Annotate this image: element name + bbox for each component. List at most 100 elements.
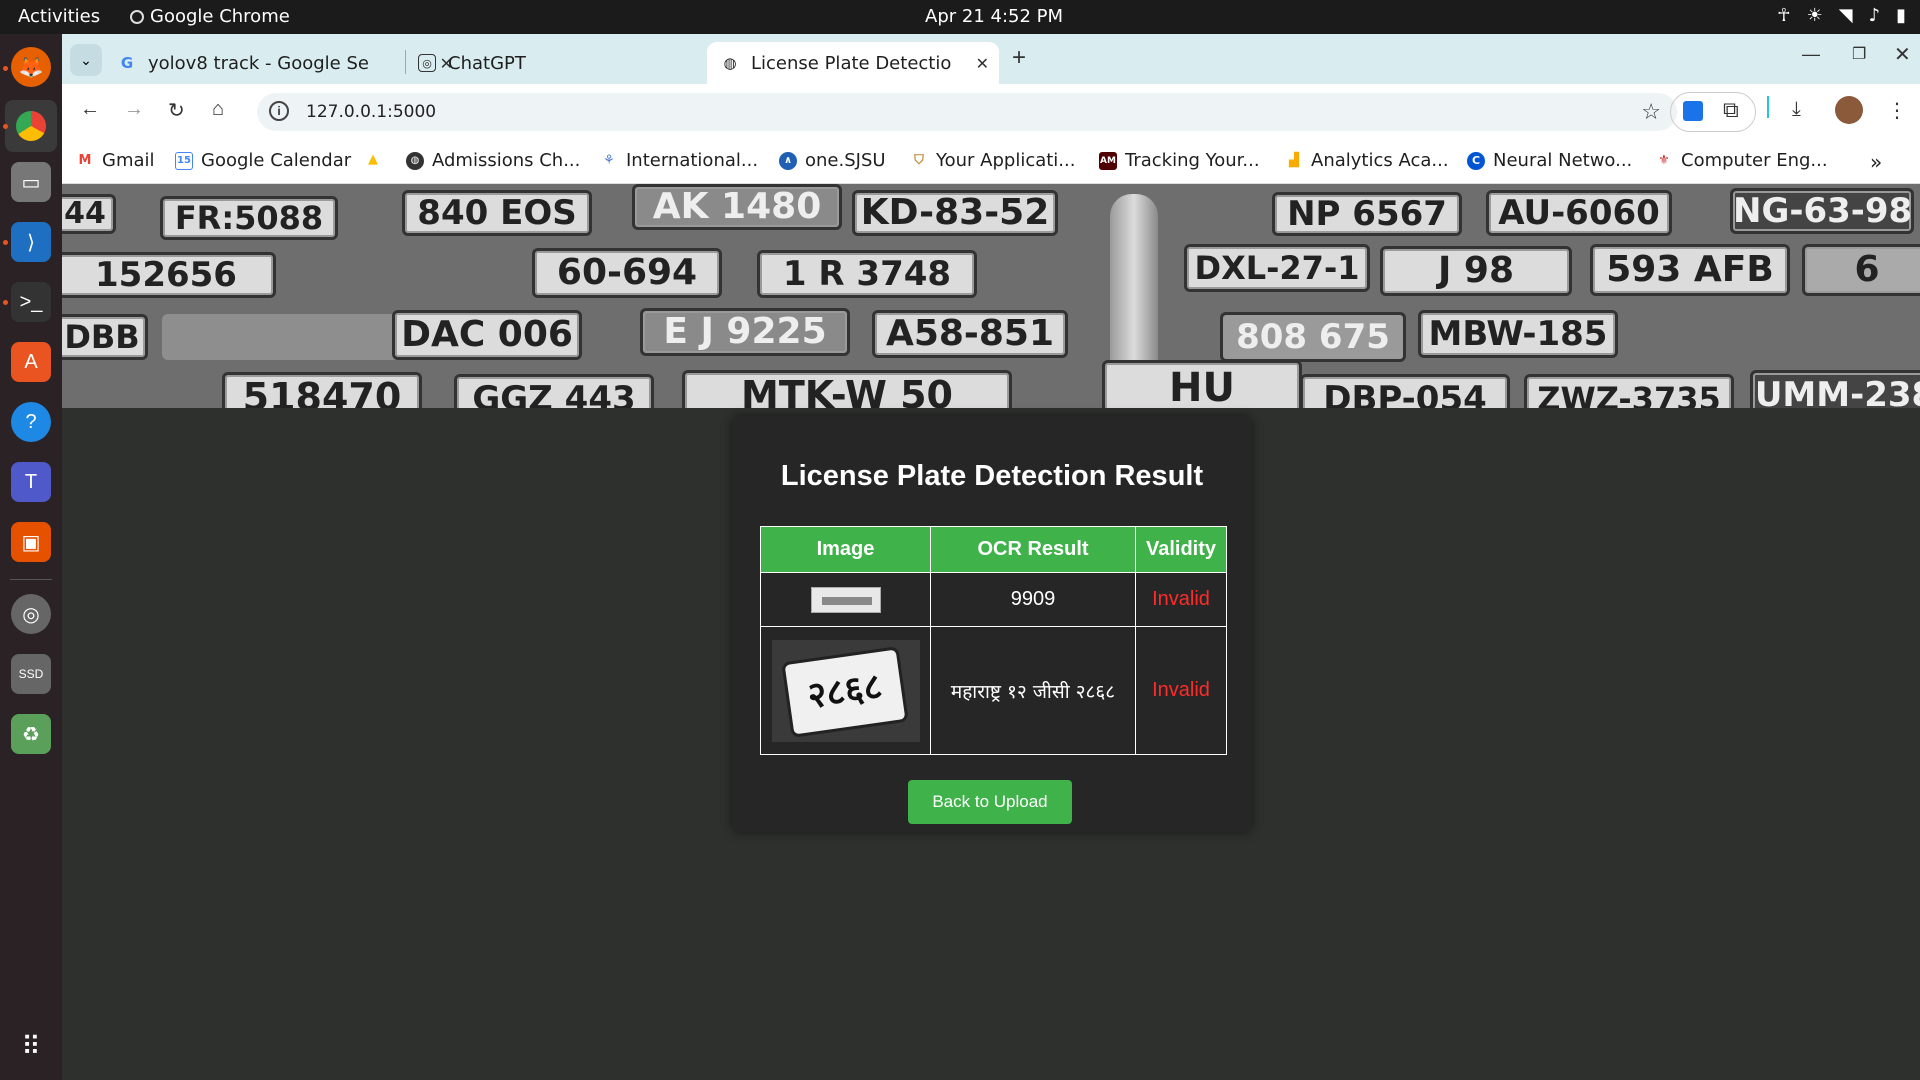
- bookmark-international[interactable]: ⚘ International...: [600, 150, 758, 171]
- new-tab-button[interactable]: +: [1012, 44, 1026, 72]
- battery-icon[interactable]: ▮: [1896, 5, 1906, 26]
- banner-plate: DBP-054: [1300, 374, 1510, 408]
- address-bar[interactable]: i 127.0.0.1:5000 ☆: [257, 93, 1677, 131]
- page-title: License Plate Detection Result: [780, 460, 1204, 492]
- bookmark-label: Google Calendar: [201, 150, 352, 171]
- bookmark-computer-eng[interactable]: ⚜ Computer Eng...: [1655, 150, 1827, 171]
- puzzle-icon[interactable]: ⧉: [1723, 97, 1739, 123]
- download-icon[interactable]: ⤓: [1792, 98, 1801, 121]
- disc-icon[interactable]: ◎: [11, 594, 51, 634]
- result-card: License Plate Detection Result Image OCR…: [732, 416, 1252, 832]
- brightness-icon[interactable]: ☀: [1807, 5, 1823, 26]
- bookmark-label: Your Applicati...: [936, 150, 1076, 171]
- bookmark-star-icon[interactable]: ☆: [1641, 99, 1661, 125]
- coursera-icon: C: [1467, 151, 1485, 170]
- vscode-icon[interactable]: ⟩: [11, 222, 51, 262]
- chrome-small-icon: [130, 9, 144, 24]
- back-to-upload-button[interactable]: Back to Upload: [908, 780, 1072, 824]
- files-icon[interactable]: ▭: [11, 162, 51, 202]
- clock[interactable]: Apr 21 4:52 PM: [925, 6, 1063, 27]
- back-icon[interactable]: ←: [80, 98, 100, 121]
- bookmark-drive[interactable]: ▲: [364, 150, 382, 168]
- banner-plate: DXL-27-1: [1184, 244, 1370, 292]
- browser-toolbar: ← → ↻ ⌂ i 127.0.0.1:5000 ☆ ⧉ ⤓ ⋮: [62, 84, 1920, 140]
- chatgpt-icon: ◎: [418, 54, 436, 72]
- close-icon[interactable]: ✕: [976, 54, 989, 73]
- tab-license-plate[interactable]: ◍ License Plate Detection ✕: [707, 42, 999, 84]
- minimize-icon[interactable]: —: [1802, 44, 1820, 65]
- license-plates-banner: 44 FR:5088 840 EOS AK 1480 KD-83-52 NP 6…: [62, 184, 1920, 408]
- plate-thumbnail: २८६८: [771, 639, 920, 742]
- results-table: Image OCR Result Validity 9909 Invalid २…: [760, 526, 1227, 755]
- banner-plate: 840 EOS: [402, 190, 592, 236]
- column-header-image: Image: [760, 526, 931, 573]
- chrome-icon[interactable]: [5, 100, 57, 152]
- bookmark-tracking[interactable]: AM Tracking Your...: [1099, 150, 1260, 171]
- accessibility-icon[interactable]: ☥: [1777, 5, 1790, 26]
- banner-plate: FR:5088: [160, 196, 338, 240]
- faded-plate: [162, 314, 422, 360]
- validity-cell: Invalid: [1135, 572, 1227, 627]
- banner-plate: 44: [62, 194, 116, 234]
- impress-icon[interactable]: ▣: [11, 522, 51, 562]
- validity-cell: Invalid: [1135, 626, 1227, 755]
- trash-icon[interactable]: ♻: [11, 714, 51, 754]
- window-close-icon[interactable]: ✕: [1894, 42, 1911, 67]
- bookmark-label: Analytics Aca...: [1311, 150, 1449, 171]
- bookmark-your-application[interactable]: ⛉ Your Applicati...: [910, 150, 1075, 171]
- banner-plate: MBW-185: [1418, 310, 1618, 358]
- activities-button[interactable]: Activities: [18, 6, 100, 27]
- gmail-icon: M: [78, 153, 92, 168]
- bookmark-one-sjsu[interactable]: ∧ one.SJSU: [779, 150, 886, 171]
- system-tray[interactable]: ☥ ☀ ◥ ♪ ▮: [1777, 5, 1906, 26]
- ssd-drive-icon[interactable]: SSD: [11, 654, 51, 694]
- banner-plate: GGZ 443: [454, 374, 654, 408]
- bookmark-analytics[interactable]: ▟ Analytics Aca...: [1285, 150, 1449, 171]
- teams-icon[interactable]: T: [11, 462, 51, 502]
- app-name: Google Chrome: [150, 6, 290, 27]
- system-top-bar: Activities Google Chrome Apr 21 4:52 PM …: [0, 0, 1920, 34]
- volume-icon[interactable]: ♪: [1869, 5, 1881, 26]
- banner-plate: NG-63-98: [1730, 188, 1914, 234]
- bookmark-google-calendar[interactable]: 15 Google Calendar: [175, 150, 351, 171]
- banner-plate: J 98: [1380, 246, 1572, 296]
- extensions-group: ⧉: [1670, 92, 1756, 132]
- bookmark-label: Tracking Your...: [1125, 150, 1260, 171]
- bookmark-label: Neural Netwo...: [1493, 150, 1633, 171]
- bookmark-admissions[interactable]: ◍ Admissions Ch...: [406, 150, 580, 171]
- extension-icon[interactable]: [1683, 101, 1703, 121]
- column-header-ocr: OCR Result: [930, 526, 1136, 573]
- uni-icon: ⚜: [1658, 153, 1670, 168]
- banner-plate: 593 AFB: [1590, 244, 1790, 296]
- app-menu[interactable]: Google Chrome: [130, 6, 290, 27]
- firefox-icon[interactable]: 🦊: [11, 47, 51, 87]
- more-bookmarks-icon[interactable]: »: [1870, 150, 1882, 174]
- restore-icon[interactable]: ❐: [1852, 44, 1866, 64]
- banner-plate: DAC 006: [392, 310, 582, 360]
- app-center-icon[interactable]: A: [11, 342, 51, 382]
- home-icon[interactable]: ⌂: [212, 98, 224, 121]
- help-icon[interactable]: ?: [11, 402, 51, 442]
- google-icon: G: [120, 54, 134, 72]
- sjsu-icon: ∧: [779, 151, 797, 170]
- bookmark-neural-networks[interactable]: C Neural Netwo...: [1467, 150, 1632, 171]
- plate-image-cell: २८६८: [760, 626, 931, 755]
- terminal-icon[interactable]: >_: [11, 282, 51, 322]
- tab-search-icon[interactable]: ⌄: [70, 44, 102, 76]
- banner-plate: E J 9225: [640, 308, 850, 356]
- wifi-icon[interactable]: ◥: [1839, 5, 1853, 26]
- site-info-icon[interactable]: i: [269, 101, 289, 121]
- menu-icon[interactable]: ⋮: [1887, 98, 1907, 123]
- reload-icon[interactable]: ↻: [168, 98, 185, 123]
- url-text[interactable]: 127.0.0.1:5000: [306, 102, 436, 122]
- tab-strip: ⌄ G yolov8 track - Google Se ✕ ◎ ChatGPT…: [62, 34, 1920, 84]
- tab-google-search[interactable]: G yolov8 track - Google Se ✕: [118, 42, 463, 84]
- avatar[interactable]: [1835, 96, 1863, 124]
- table-header-row: Image OCR Result Validity: [760, 526, 1227, 573]
- ocr-result-cell: महाराष्ट्र १२ जीसी २८६८: [930, 626, 1136, 755]
- bookmark-gmail[interactable]: M Gmail: [76, 150, 155, 171]
- forward-icon[interactable]: →: [124, 98, 144, 121]
- tab-title: yolov8 track - Google Se: [148, 52, 369, 74]
- app-grid-icon[interactable]: ⠿: [11, 1026, 51, 1066]
- table-row: 9909 Invalid: [760, 572, 1227, 627]
